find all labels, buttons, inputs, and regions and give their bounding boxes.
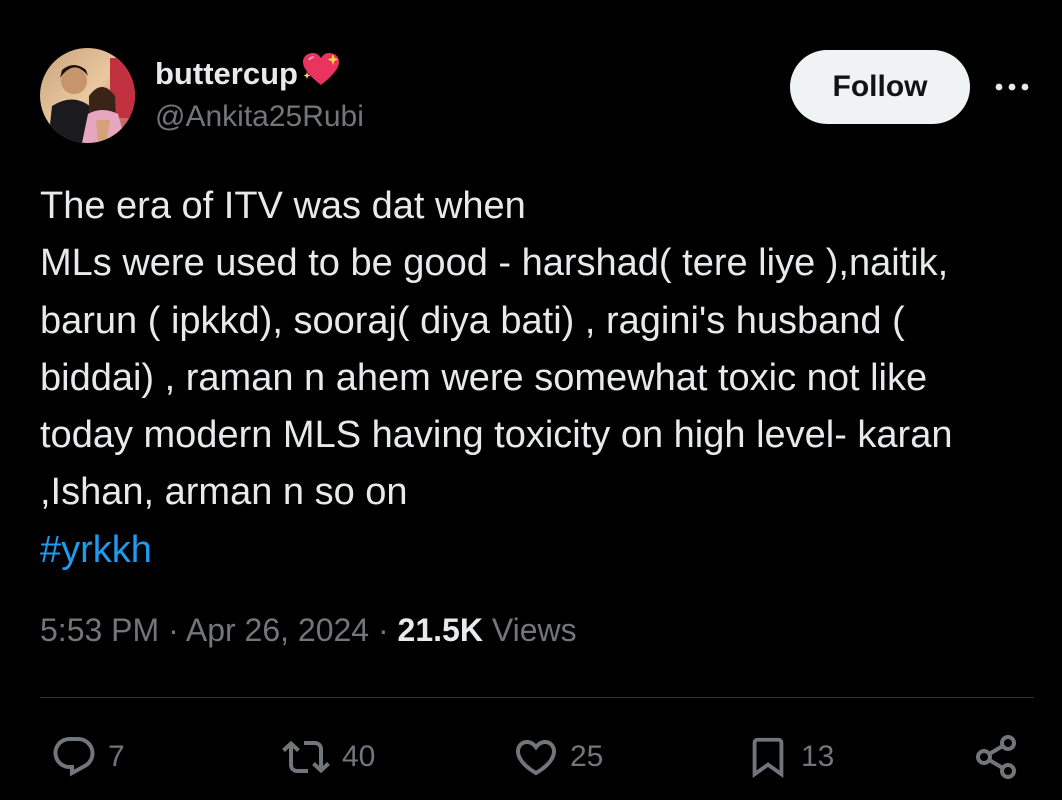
like-button[interactable]: 25	[512, 722, 603, 792]
follow-button[interactable]: Follow	[790, 50, 970, 124]
tweet-text-line: ,Ishan, arman n so on	[40, 471, 408, 514]
tweet-text-line: MLs were used to be good - harshad( tere…	[40, 242, 949, 285]
more-horizontal-icon	[994, 79, 1030, 97]
sparkling-heart-icon	[301, 52, 341, 96]
repost-icon	[280, 733, 332, 781]
reply-count: 7	[108, 740, 125, 773]
author-handle[interactable]: @Ankita25Rubi	[155, 100, 364, 134]
tweet-text-line: barun ( ipkkd), sooraj( diya bati) , rag…	[40, 299, 905, 342]
share-icon	[972, 733, 1020, 781]
divider	[40, 697, 1034, 698]
heart-icon	[512, 733, 560, 781]
hashtag-link[interactable]: #yrkkh	[40, 522, 1040, 579]
repost-button[interactable]: 40	[280, 722, 375, 792]
tweet-time[interactable]: 5:53 PM	[40, 612, 159, 648]
author-display-name[interactable]: buttercup	[155, 56, 298, 92]
tweet-text-line: biddai) , raman n ahem were somewhat tox…	[40, 356, 928, 399]
meta-separator: ·	[159, 612, 186, 648]
avatar-image	[40, 48, 135, 143]
author-display-name-row[interactable]: buttercup	[155, 52, 341, 96]
like-count: 25	[570, 740, 604, 773]
views-label: Views	[482, 612, 577, 648]
bookmark-icon	[745, 731, 791, 783]
bookmark-button[interactable]: 13	[745, 722, 834, 792]
share-button[interactable]	[972, 722, 1020, 792]
tweet-text-line: today modern MLS having toxicity on high…	[40, 414, 953, 457]
action-bar: 7 40 25 13	[0, 722, 1062, 792]
reply-button[interactable]: 7	[50, 722, 125, 792]
more-options-button[interactable]	[990, 68, 1034, 108]
tweet-text: The era of ITV was dat when MLs were use…	[40, 178, 1040, 579]
repost-count: 40	[342, 740, 376, 773]
views-count[interactable]: 21.5K	[398, 612, 483, 648]
bookmark-count: 13	[801, 740, 835, 773]
reply-icon	[50, 733, 98, 781]
tweet-text-line: The era of ITV was dat when	[40, 185, 526, 227]
tweet-date[interactable]: Apr 26, 2024	[186, 612, 369, 648]
avatar[interactable]	[40, 48, 135, 143]
tweet-meta: 5:53 PM · Apr 26, 2024 · 21.5K Views	[40, 612, 577, 649]
meta-separator: ·	[369, 612, 398, 648]
